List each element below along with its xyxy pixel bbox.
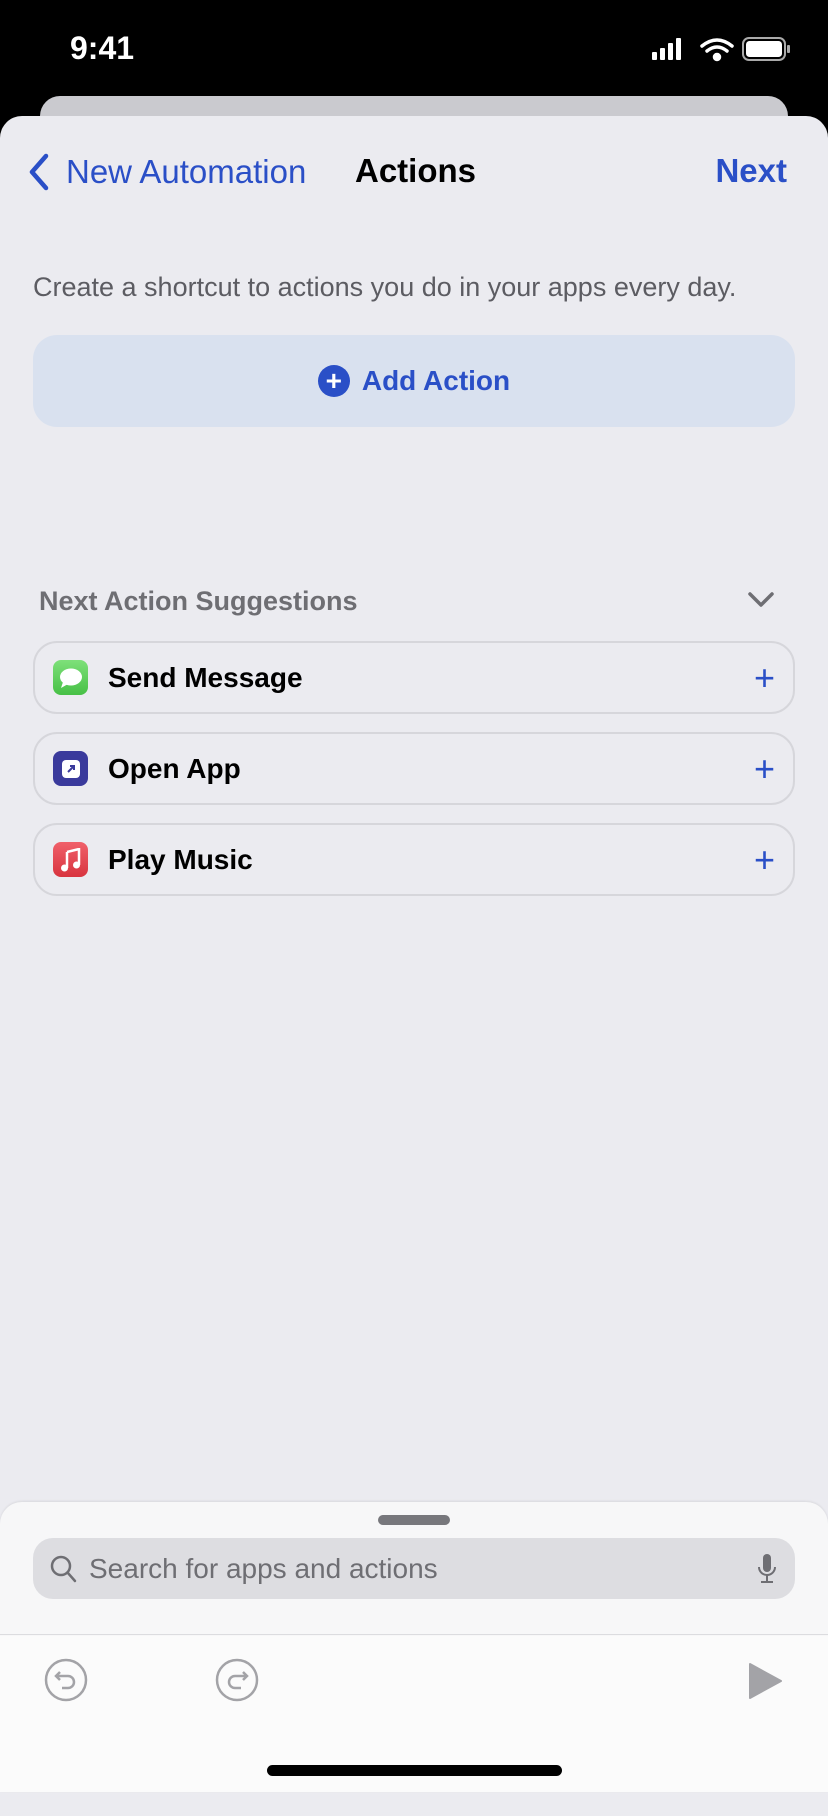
status-time: 9:41: [70, 30, 135, 66]
search-input[interactable]: [89, 1552, 745, 1585]
home-indicator: [267, 1765, 562, 1776]
chevron-left-icon: [29, 153, 49, 191]
back-label: New Automation: [66, 153, 307, 190]
search-field[interactable]: [33, 1538, 795, 1599]
drag-handle[interactable]: [378, 1515, 450, 1525]
chevron-down-icon[interactable]: [746, 585, 776, 615]
play-icon[interactable]: [748, 1662, 784, 1700]
add-action-label: Add Action: [361, 365, 511, 396]
plus-icon[interactable]: +: [754, 657, 775, 699]
suggestion-play-music[interactable]: Play Music +: [33, 823, 795, 896]
messages-icon: [53, 660, 88, 695]
status-icons: [652, 37, 790, 62]
suggestion-label: Play Music: [108, 843, 253, 875]
divider: [0, 1634, 828, 1635]
suggestion-label: Open App: [108, 752, 241, 784]
undo-icon[interactable]: [43, 1657, 89, 1703]
suggestion-open-app[interactable]: Open App +: [33, 732, 795, 805]
suggestion-label: Send Message: [108, 661, 303, 693]
search-icon: [50, 1555, 77, 1582]
next-button[interactable]: Next: [715, 152, 787, 190]
suggestions-header: Next Action Suggestions: [39, 586, 358, 616]
wifi-icon: [700, 38, 734, 62]
add-action-button[interactable]: + Add Action: [33, 335, 795, 427]
microphone-icon[interactable]: [755, 1552, 779, 1586]
subtitle: Create a shortcut to actions you do in y…: [33, 272, 737, 302]
open-app-icon: [53, 751, 88, 786]
suggestion-send-message[interactable]: Send Message +: [33, 641, 795, 714]
signal-icon: [652, 38, 681, 60]
plus-icon[interactable]: +: [754, 748, 775, 790]
plus-circle-icon: +: [317, 365, 350, 397]
plus-icon[interactable]: +: [754, 839, 775, 881]
redo-icon[interactable]: [214, 1657, 260, 1703]
page-title: Actions: [355, 152, 477, 189]
back-button[interactable]: New Automation: [24, 152, 306, 192]
battery-icon: [742, 37, 790, 61]
music-icon: [53, 842, 88, 877]
